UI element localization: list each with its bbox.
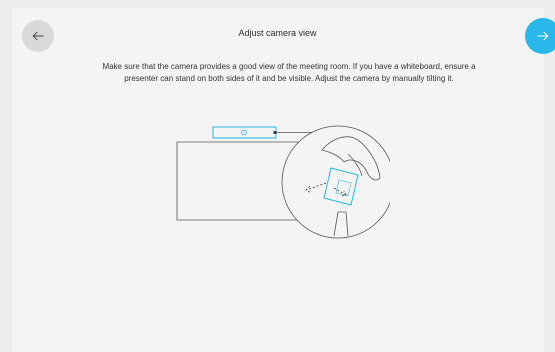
zoom-circle	[281, 125, 390, 239]
camera-tilt-illustration	[176, 125, 390, 239]
camera-lens	[241, 129, 247, 136]
callout-dot	[273, 130, 277, 135]
page-title: Adjust camera view	[238, 28, 317, 38]
camera-unit	[212, 126, 277, 139]
instructions-text: Make sure that the camera provides a goo…	[102, 62, 476, 83]
